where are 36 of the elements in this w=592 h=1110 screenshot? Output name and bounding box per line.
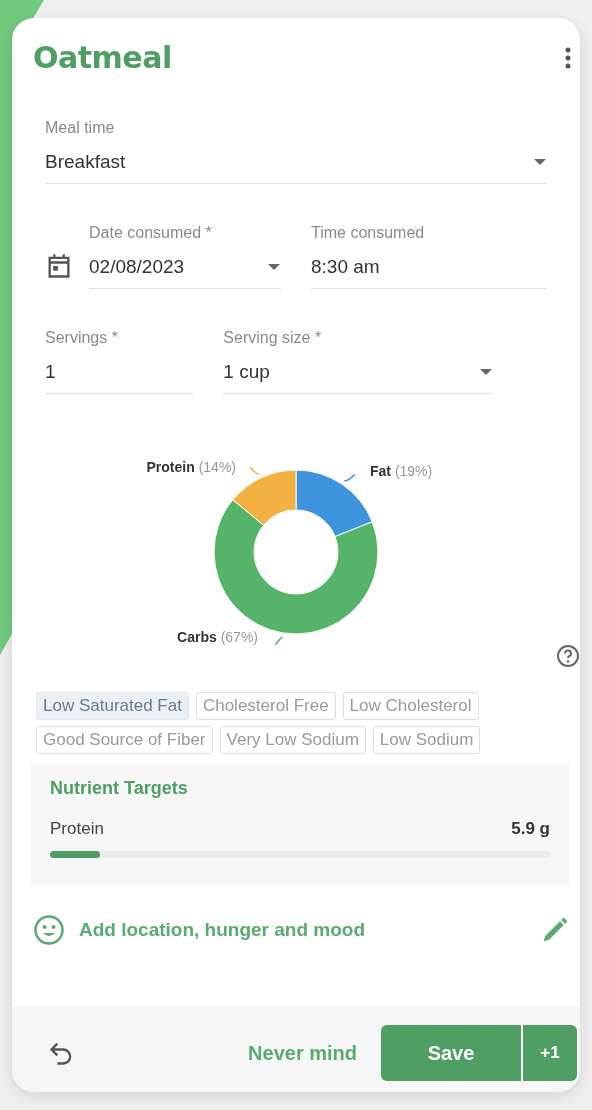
tag-chip[interactable]: Low Sodium bbox=[372, 726, 481, 754]
nutrient-amount: 5.9 g bbox=[511, 819, 550, 839]
dropdown-field[interactable]: Breakfast bbox=[45, 147, 547, 184]
caret-icon bbox=[267, 263, 281, 271]
field-label: Date consumed * bbox=[89, 224, 213, 242]
tag-chip[interactable]: Good Source of Fiber bbox=[36, 726, 213, 754]
dropdown-field[interactable]: 02/08/2023 bbox=[89, 252, 281, 289]
chart-label: Protein (14%) bbox=[146, 459, 236, 475]
add-details-link[interactable]: Add location, hunger and mood bbox=[79, 919, 526, 941]
field-label: Time consumed bbox=[311, 224, 426, 242]
nutrient-name: Protein bbox=[50, 819, 104, 839]
caret-icon bbox=[533, 158, 547, 166]
help-icon[interactable] bbox=[556, 644, 580, 668]
more-icon[interactable] bbox=[564, 45, 572, 70]
card-title: Oatmeal bbox=[33, 40, 172, 75]
cancel-button[interactable]: Never mind bbox=[248, 1033, 357, 1073]
tag-chip[interactable]: Very Low Sodium bbox=[219, 726, 366, 754]
dropdown-field[interactable]: 1 cup bbox=[223, 357, 493, 394]
leader-line bbox=[343, 473, 356, 482]
chart-label: Carbs (67%) bbox=[177, 629, 258, 645]
chart-label: Fat (19%) bbox=[370, 463, 433, 479]
save-plus-button[interactable]: +1 bbox=[521, 1025, 577, 1081]
tag-chip[interactable]: Low Cholesterol bbox=[342, 692, 479, 720]
field-label: Serving size * bbox=[223, 329, 323, 347]
tag-chip[interactable]: Low Saturated Fat bbox=[36, 692, 189, 720]
input-field[interactable]: 1 bbox=[45, 357, 194, 394]
field-label: Meal time bbox=[45, 119, 116, 137]
section-title: Nutrient Targets bbox=[50, 778, 189, 799]
smiley-icon[interactable] bbox=[33, 914, 65, 946]
field-label: Servings * bbox=[45, 329, 119, 347]
input-field[interactable]: 8:30 am bbox=[311, 252, 547, 289]
tag-chip[interactable]: Cholesterol Free bbox=[195, 692, 336, 720]
leader-line bbox=[249, 466, 261, 475]
caret-icon bbox=[479, 368, 493, 376]
leader-line bbox=[274, 636, 284, 646]
save-button[interactable]: Save bbox=[381, 1025, 521, 1081]
